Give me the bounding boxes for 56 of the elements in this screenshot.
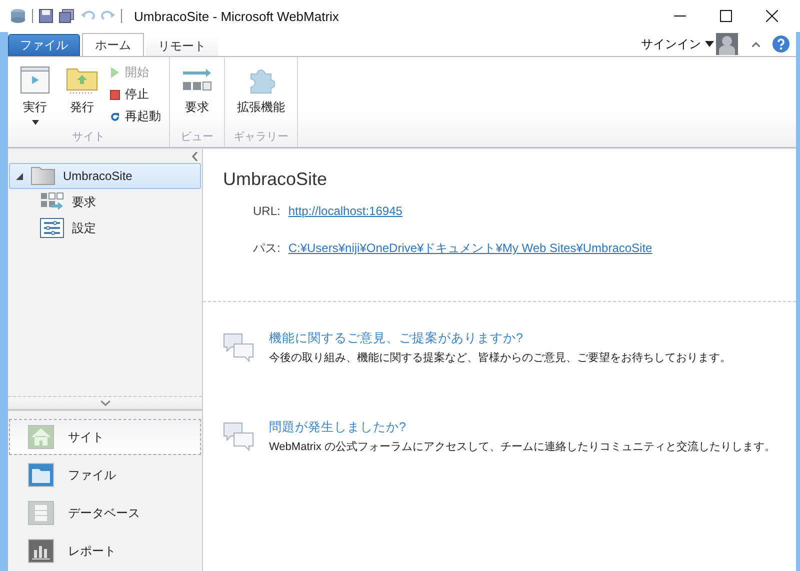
ribbon-group-label: ギャラリー [232, 130, 290, 145]
chat-bubbles-icon [223, 332, 255, 364]
save-icon[interactable] [39, 9, 53, 23]
sign-in-button[interactable]: サインイン [641, 36, 714, 52]
save-all-icon[interactable] [59, 9, 75, 23]
workspace-tab[interactable]: ファイル [9, 457, 201, 493]
requests-icon [182, 68, 212, 92]
description-text: WebMatrix の公式フォーラムにアクセスして、チームに連絡したりコミュニティと交流したりします。 [269, 440, 776, 454]
ribbon-group-label: サイト [71, 130, 106, 145]
link[interactable]: 機能に関するご意見、ご提案がありますか? [269, 330, 731, 347]
refresh-icon [110, 112, 120, 122]
expand-arrow-icon[interactable] [16, 172, 23, 180]
tree-item[interactable]: 要求 [9, 189, 201, 215]
field-label: URL: [253, 204, 280, 218]
bar-chart-icon [28, 539, 54, 563]
caret-icon [705, 41, 714, 47]
help-icon[interactable] [772, 35, 790, 53]
description-text: 今後の取り組み、機能に関する提案など、皆様からのご意見、ご要望をお待ちしております。 [269, 350, 731, 365]
ribbon-button[interactable]: 再起動 [108, 107, 163, 126]
workspace-tab[interactable]: レポート [9, 533, 201, 569]
ribbon-button[interactable]: 要求 [176, 63, 218, 118]
app-logo-icon [10, 8, 26, 24]
database-table-icon [28, 501, 54, 525]
collapse-ribbon-icon[interactable] [752, 42, 760, 46]
ribbon-button[interactable]: 実行 [14, 63, 56, 127]
collapse-panel-icon[interactable] [192, 152, 198, 161]
ribbon-group-label: ビュー [180, 130, 214, 145]
caret-icon[interactable] [32, 120, 38, 125]
ribbon-button[interactable]: 拡張機能 [231, 63, 291, 118]
play-icon [110, 67, 120, 78]
house-icon [28, 425, 54, 449]
avatar-icon[interactable] [716, 33, 738, 55]
close-icon[interactable] [766, 10, 778, 22]
tree-item[interactable]: UmbracoSite [9, 163, 201, 189]
file-menu-button[interactable]: ファイル [8, 34, 80, 56]
window-title: UmbracoSite - Microsoft WebMatrix [134, 8, 339, 24]
maximize-icon[interactable] [720, 10, 732, 22]
tree-item[interactable]: 設定 [9, 215, 201, 241]
settings-list-icon [40, 218, 64, 238]
stop-icon [110, 90, 120, 100]
workspace-tab[interactable]: サイト [9, 419, 201, 455]
workspace-tab[interactable]: データベース [9, 495, 201, 531]
expand-panel-icon[interactable] [100, 400, 110, 406]
field-label: パス: [253, 240, 280, 257]
ribbon-button[interactable]: 発行 [60, 63, 104, 118]
folder-icon [28, 463, 54, 487]
link[interactable]: C:¥Users¥niji¥OneDrive¥ドキュメント¥My Web Sites¥UmbracoSite [288, 240, 652, 257]
folder-icon [31, 167, 55, 185]
link[interactable]: 問題が発生しましたか? [269, 419, 776, 436]
chat-bubbles-icon [223, 420, 255, 452]
link[interactable]: http://localhost:16945 [288, 204, 402, 218]
browser-window-icon [20, 66, 50, 94]
ribbon-tab[interactable]: ホーム [82, 33, 144, 57]
site-title: UmbracoSite [223, 169, 328, 190]
requests-icon [40, 192, 64, 212]
ribbon-button[interactable]: 停止 [108, 85, 163, 104]
